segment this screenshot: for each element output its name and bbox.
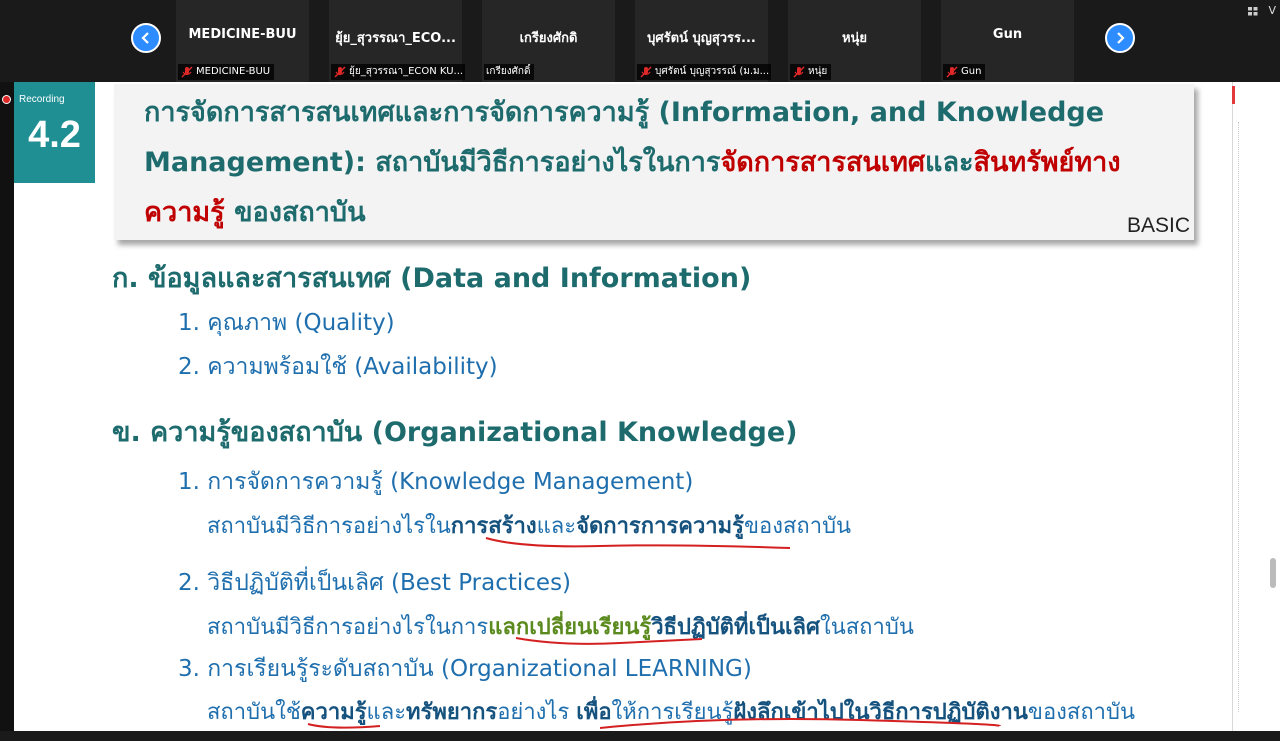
previous-page-button[interactable] [131,23,161,53]
chevron-right-icon [1117,32,1125,44]
participant-tag: Gun [943,64,986,80]
scrollbar-thumb[interactable] [1270,558,1276,588]
participant-name: MEDICINE-BUU [188,27,297,42]
item-b1-description: สถาบันมีวิธีการอย่างไรในการสร้างและจัดกา… [207,514,852,539]
participant-tag: ยุ้ย_สุวรรณา_ECON KU... [331,64,465,80]
muted-mic-icon [640,66,652,78]
participant-name: บุศรัตน์ บุญสุวรร... [647,31,756,46]
participant-tag: เกรียงศักดิ์ [484,64,535,80]
recording-dot-icon [2,95,11,104]
participant-tag: MEDICINE-BUU [178,64,275,80]
slide-guide-line [1238,122,1240,712]
grid-view-icon[interactable] [1248,7,1258,16]
participant-strip: MEDICINE-BUU MEDICINE-BUU ยุ้ย_สุวรรณา_E… [0,0,1280,82]
item-b2-description: สถาบันมีวิธีการอย่างไรในการแลกเปลี่ยนเรี… [207,615,914,640]
section-b-heading: ข. ความรู้ของสถาบัน (Organizational Know… [112,417,798,448]
participant-tile[interactable]: MEDICINE-BUU MEDICINE-BUU [176,0,309,82]
item-b1: 1. การจัดการความรู้ (Knowledge Managemen… [178,469,694,495]
muted-mic-icon [946,66,958,78]
participant-tag: บุศรัตน์ บุญสุวรรณ์ (ม.ม... [637,64,771,80]
section-a-heading: ก. ข้อมูลและสารสนเทศ (Data and Informati… [112,263,752,294]
item-b2: 2. วิธีปฏิบัติที่เป็นเลิศ (Best Practice… [178,570,572,596]
screen-left-edge [0,82,14,731]
slide-right-marker [1232,86,1235,104]
slide-title-box: การจัดการสารสนเทศและการจัดการความรู้ (In… [114,84,1194,240]
slide-right-border [1232,82,1233,731]
item-b3-description: สถาบันใช้ความรู้และทรัพยากรอย่างไร เพื่อ… [207,700,1136,725]
participant-tile[interactable]: เกรียงศักดิ เกรียงศักดิ์ [482,0,615,82]
next-page-button[interactable] [1105,23,1135,53]
recording-indicator[interactable]: Recording [2,94,65,105]
item-b3: 3. การเรียนรู้ระดับสถาบัน (Organizationa… [178,656,752,682]
item-a2: 2. ความพร้อมใช้ (Availability) [178,354,498,380]
participant-tile[interactable]: ยุ้ย_สุวรรณา_ECO... ยุ้ย_สุวรรณา_ECON KU… [329,0,465,82]
participant-name: เกรียงศักดิ [519,31,578,46]
muted-mic-icon [181,66,193,78]
slide-title: การจัดการสารสนเทศและการจัดการความรู้ (In… [144,97,1121,228]
participant-name: หนุ่ย [841,31,868,46]
participant-tag: หนุ่ย [790,64,832,80]
participant-tile[interactable]: หนุ่ย หนุ่ย [788,0,921,82]
view-button-label[interactable]: V [1268,4,1276,17]
muted-mic-icon [793,66,805,78]
meeting-controls-bar [0,731,1280,741]
item-a1: 1. คุณภาพ (Quality) [178,310,395,336]
participant-name: Gun [992,27,1023,42]
shared-screen: Recording 4.2 การจัดการสารสนเทศและการจัด… [0,82,1280,731]
recording-label: Recording [19,94,65,105]
participant-name: ยุ้ย_สุวรรณา_ECO... [335,31,456,46]
participant-tile[interactable]: Gun Gun [941,0,1074,82]
level-label: BASIC [1126,214,1190,237]
chevron-left-icon [141,32,149,44]
muted-mic-icon [334,66,346,78]
participant-tile[interactable]: บุศรัตน์ บุญสุวรร... บุศรัตน์ บุญสุวรรณ์… [635,0,771,82]
